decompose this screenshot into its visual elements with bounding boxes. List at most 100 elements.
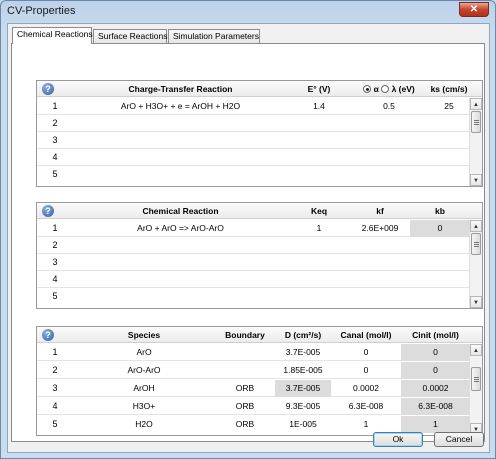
canal-cell[interactable]: 1 bbox=[331, 416, 401, 433]
keq-cell[interactable]: 1 bbox=[288, 220, 350, 237]
scroll-thumb[interactable] bbox=[471, 233, 481, 255]
scroll-thumb[interactable] bbox=[471, 111, 481, 133]
species-cell[interactable]: H2O bbox=[73, 416, 215, 433]
ks-cell[interactable]: 25 bbox=[428, 98, 470, 115]
lambda-label: λ (eV) bbox=[391, 84, 415, 94]
d-cell[interactable]: 1E-005 bbox=[275, 416, 331, 433]
row-number: 5 bbox=[52, 169, 58, 179]
close-button[interactable]: ✕ bbox=[459, 2, 489, 17]
cinit-cell: 6.3E-008 bbox=[401, 398, 470, 415]
help-icon[interactable]: ? bbox=[42, 329, 54, 341]
boundary-cell[interactable] bbox=[215, 362, 275, 379]
species-cell[interactable]: H3O+ bbox=[73, 398, 215, 415]
arrow-down-icon[interactable]: ▼ bbox=[470, 174, 482, 186]
row-number: 3 bbox=[52, 257, 58, 267]
kb-cell: 0 bbox=[410, 220, 470, 237]
boundary-cell[interactable]: ORB bbox=[215, 398, 275, 415]
canal-cell[interactable]: 0.0002 bbox=[331, 380, 401, 397]
reaction-cell[interactable]: ArO + ArO => ArO-ArO bbox=[73, 220, 288, 237]
reaction-cell[interactable]: ArO + H3O+ + e = ArOH + H2O bbox=[73, 98, 288, 115]
header-canal: Canal (mol/l) bbox=[340, 330, 392, 340]
alpha-radio[interactable] bbox=[363, 85, 372, 93]
client-area: Chemical Reactions Surface Reactions Sim… bbox=[7, 23, 490, 453]
row-number: 4 bbox=[52, 274, 58, 284]
title-bar: CV-Properties ✕ bbox=[1, 1, 495, 23]
scroll-thumb[interactable] bbox=[471, 367, 481, 391]
lambda-radio[interactable] bbox=[381, 85, 390, 93]
row-number: 4 bbox=[52, 152, 58, 162]
canal-cell[interactable]: 6.3E-008 bbox=[331, 398, 401, 415]
tab-surface-reactions[interactable]: Surface Reactions bbox=[93, 29, 167, 44]
d-cell[interactable]: 9.3E-005 bbox=[275, 398, 331, 415]
e0-cell[interactable]: 1.4 bbox=[288, 98, 350, 115]
alpha-label: α bbox=[373, 84, 379, 94]
arrow-up-icon[interactable]: ▲ bbox=[470, 220, 482, 232]
canal-cell[interactable]: 0 bbox=[331, 362, 401, 379]
charge-transfer-grid: ? Charge-Transfer Reaction E° (V) α λ (e… bbox=[36, 80, 483, 187]
grid-header: ? Species Boundary D (cm²/s) Canal (mol/… bbox=[37, 327, 482, 343]
cinit-cell: 0 bbox=[401, 344, 470, 361]
param-cell[interactable]: 0.5 bbox=[350, 98, 428, 115]
header-charge-transfer-reaction: Charge-Transfer Reaction bbox=[128, 84, 233, 94]
header-ks: ks (cm/s) bbox=[430, 84, 468, 94]
row-number: 1 bbox=[52, 347, 58, 357]
table-row[interactable]: 2 bbox=[37, 237, 470, 254]
row-number: 5 bbox=[52, 419, 58, 429]
table-row[interactable]: 1 ArO + H3O+ + e = ArOH + H2O 1.4 0.5 25 bbox=[37, 98, 470, 115]
window-title: CV-Properties bbox=[7, 5, 76, 17]
table-row[interactable]: 4 H3O+ ORB 9.3E-005 6.3E-008 6.3E-008 bbox=[37, 398, 470, 415]
cancel-button[interactable]: Cancel bbox=[434, 432, 484, 447]
boundary-cell[interactable]: ORB bbox=[215, 416, 275, 433]
d-cell[interactable]: 1.85E-005 bbox=[275, 362, 331, 379]
header-boundary: Boundary bbox=[225, 330, 265, 340]
table-row[interactable]: 3 ArOH ORB 3.7E-005 0.0002 0.0002 bbox=[37, 380, 470, 397]
canal-cell[interactable]: 0 bbox=[331, 344, 401, 361]
table-row[interactable]: 3 bbox=[37, 132, 470, 149]
tab-label: Simulation Parameters bbox=[173, 31, 259, 41]
vertical-scrollbar[interactable]: ▲ ▼ bbox=[469, 98, 482, 186]
row-number: 2 bbox=[52, 240, 58, 250]
arrow-down-icon[interactable]: ▼ bbox=[470, 296, 482, 308]
grid-header: ? Chemical Reaction Keq kf kb bbox=[37, 203, 482, 219]
table-row[interactable]: 5 H2O ORB 1E-005 1 1 bbox=[37, 416, 470, 433]
tab-label: Chemical Reactions bbox=[17, 29, 93, 39]
table-row[interactable]: 5 bbox=[37, 166, 470, 183]
dialog-window: CV-Properties ✕ Chemical Reactions Surfa… bbox=[0, 0, 496, 459]
vertical-scrollbar[interactable]: ▲ ▼ bbox=[469, 344, 482, 435]
d-cell[interactable]: 3.7E-005 bbox=[275, 344, 331, 361]
arrow-up-icon[interactable]: ▲ bbox=[470, 344, 482, 356]
header-cinit: Cinit (mol/l) bbox=[412, 330, 459, 340]
boundary-cell[interactable]: ORB bbox=[215, 380, 275, 397]
table-row[interactable]: 1 ArO 3.7E-005 0 0 bbox=[37, 344, 470, 361]
species-cell[interactable]: ArO bbox=[73, 344, 215, 361]
row-number: 1 bbox=[52, 101, 58, 111]
help-icon[interactable]: ? bbox=[42, 83, 54, 95]
table-row[interactable]: 4 bbox=[37, 149, 470, 166]
row-number: 3 bbox=[52, 383, 58, 393]
vertical-scrollbar[interactable]: ▲ ▼ bbox=[469, 220, 482, 308]
arrow-up-icon[interactable]: ▲ bbox=[470, 98, 482, 110]
table-row[interactable]: 4 bbox=[37, 271, 470, 288]
header-chemical-reaction: Chemical Reaction bbox=[142, 206, 219, 216]
species-cell[interactable]: ArO-ArO bbox=[73, 362, 215, 379]
chemical-reaction-grid: ? Chemical Reaction Keq kf kb 1 ArO + Ar… bbox=[36, 202, 483, 309]
header-kb: kb bbox=[435, 206, 445, 216]
tab-chemical-reactions[interactable]: Chemical Reactions bbox=[12, 27, 93, 44]
boundary-cell[interactable] bbox=[215, 344, 275, 361]
table-row[interactable]: 2 ArO-ArO 1.85E-005 0 0 bbox=[37, 362, 470, 379]
ok-button[interactable]: Ok bbox=[373, 432, 423, 447]
table-row[interactable]: 3 bbox=[37, 254, 470, 271]
header-species: Species bbox=[127, 330, 161, 340]
cinit-cell: 0.0002 bbox=[401, 380, 470, 397]
tab-panel: ? Charge-Transfer Reaction E° (V) α λ (e… bbox=[11, 43, 485, 442]
table-row[interactable]: 2 bbox=[37, 115, 470, 132]
help-icon[interactable]: ? bbox=[42, 205, 54, 217]
row-number: 3 bbox=[52, 135, 58, 145]
species-cell[interactable]: ArOH bbox=[73, 380, 215, 397]
tab-simulation-parameters[interactable]: Simulation Parameters bbox=[168, 29, 260, 44]
kf-cell[interactable]: 2.6E+009 bbox=[350, 220, 410, 237]
tab-label: Surface Reactions bbox=[98, 31, 168, 41]
row-number: 5 bbox=[52, 291, 58, 301]
table-row[interactable]: 1 ArO + ArO => ArO-ArO 1 2.6E+009 0 bbox=[37, 220, 470, 237]
table-row[interactable]: 5 bbox=[37, 288, 470, 305]
